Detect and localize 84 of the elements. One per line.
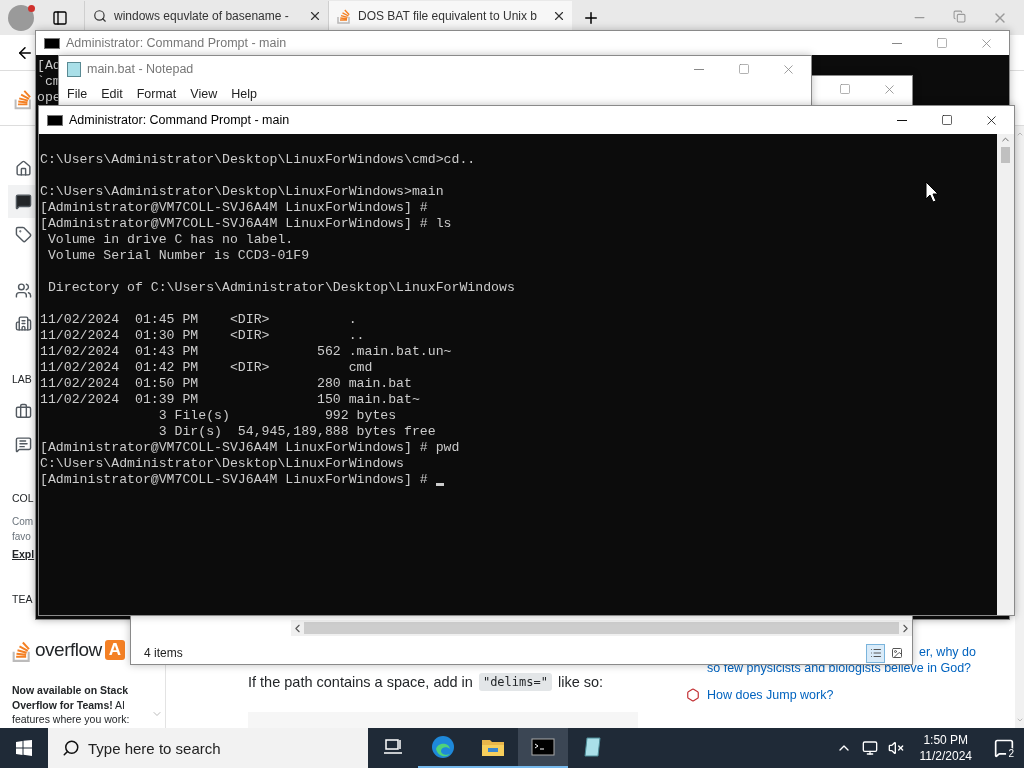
profile-avatar[interactable] [8, 4, 34, 31]
task-view-icon [383, 738, 403, 756]
maximize-icon [838, 83, 851, 95]
mouse-pointer-icon [925, 181, 939, 203]
users-icon [14, 282, 32, 299]
notepad-icon [67, 61, 81, 77]
console-line: Directory of C:\Users\Administrator\Desktop\LinuxForWindows [46, 280, 515, 296]
hexagon-icon [686, 688, 700, 702]
network-icon[interactable] [861, 740, 878, 756]
console-line: 11/02/2024 01:30 PM <DIR> .. [40, 328, 365, 344]
explore-link[interactable]: Expl [12, 548, 35, 560]
console-line: [Administrator@VM7COLL-SVJ6A4M LinuxForWindows] # [40, 472, 428, 488]
search-icon [62, 739, 80, 757]
briefcase-icon [14, 403, 32, 420]
console-line: Volume in drive C has no label. [46, 232, 294, 248]
console-line: 11/02/2024 01:50 PM 280 main.bat [40, 376, 412, 392]
minimize-icon [693, 68, 704, 70]
notepad-icon [582, 736, 604, 758]
speech-bubble-icon [14, 193, 32, 210]
article-text: If the path contains a space, add in [248, 674, 473, 690]
menu-item[interactable]: Help [231, 87, 257, 101]
sidebar-text: Com [12, 515, 34, 529]
console-line: C:\Users\Administrator\Desktop\LinuxForWindows [40, 456, 405, 472]
section-heading: COL [12, 492, 34, 506]
section-heading: LAB [12, 373, 32, 387]
details-view-button[interactable] [866, 643, 885, 663]
notifications-button[interactable]: 2 [990, 734, 1018, 762]
folder-icon [481, 737, 505, 757]
console-line: C:\Users\Administrator\Desktop\LinuxForWindows>main [40, 184, 444, 200]
clock[interactable]: 1:50 PM 11/2/2024 [919, 732, 972, 764]
inline-code: "delims=" [478, 673, 552, 691]
status-text: 4 items [144, 646, 183, 660]
question-link[interactable]: How does Jump work? [707, 687, 834, 703]
maximize-icon [940, 114, 953, 126]
console-line: 11/02/2024 01:42 PM <DIR> cmd [40, 360, 373, 376]
console-line: 11/02/2024 01:39 PM 150 main.bat~ [40, 392, 420, 408]
menu-item[interactable]: Format [136, 87, 177, 101]
console-line: C:\Users\Administrator\Desktop\LinuxForWindows\cmd>cd.. [40, 152, 476, 168]
console-line: Volume Serial Number is CCD3-01F9 [46, 248, 310, 264]
list-icon [869, 647, 882, 659]
tab-actions-icon[interactable] [52, 9, 68, 26]
console-line: [Administrator@VM7COLL-SVJ6A4M LinuxForWindows] # [40, 200, 428, 216]
minimize-icon [891, 42, 902, 44]
browser-logo-icon [431, 735, 455, 759]
menu-item[interactable]: Edit [101, 87, 123, 101]
browser-tab[interactable]: DOS BAT file equivalent to Unix b [328, 1, 572, 30]
scrollbar[interactable] [997, 134, 1014, 615]
stack-logo-icon [337, 7, 351, 24]
windows-logo-icon [16, 740, 32, 756]
console-line: 11/02/2024 01:45 PM <DIR> . [40, 312, 357, 328]
article-text: like so: [557, 674, 604, 690]
console-icon [531, 738, 555, 756]
console-line: 3 Dir(s) 54,945,189,888 bytes free [157, 424, 436, 440]
nav-item[interactable] [8, 185, 38, 218]
horizontal-scrollbar[interactable] [291, 620, 912, 636]
console-line: 11/02/2024 01:43 PM 562 .main.bat.un~ [40, 344, 452, 360]
console-icon [47, 114, 63, 126]
scrollbar-thumb[interactable] [1001, 147, 1010, 163]
volume-muted-icon[interactable] [887, 740, 904, 756]
tag-icon [14, 226, 32, 243]
maximize-icon [737, 63, 750, 75]
brand-name: overflow [35, 639, 102, 661]
search-field[interactable]: Type here to search [48, 728, 368, 768]
message-icon [14, 436, 32, 453]
search-icon [93, 8, 107, 23]
console-line: 3 File(s) 992 bytes [157, 408, 397, 424]
menu-item[interactable]: File [67, 87, 88, 101]
window-title: Administrator: Command Prompt - main [69, 113, 290, 127]
taskbar-app[interactable] [518, 728, 568, 768]
window-title: Administrator: Command Prompt - main [66, 36, 287, 50]
home-icon [14, 160, 32, 177]
brand-badge: A [104, 640, 126, 660]
console-line: [Administrator@VM7COLL-SVJ6A4M LinuxForWindows] # pwd [40, 440, 460, 456]
console-line: [Administrator@VM7COLL-SVJ6A4M LinuxForWindows] # ls [40, 216, 452, 232]
promo-text: Now available on Stack Overflow for Teams! AI features where you work: [12, 683, 131, 727]
window-title: main.bat - Notepad [87, 62, 194, 76]
building-icon [14, 315, 32, 332]
menu-item[interactable]: View [190, 87, 218, 101]
section-heading: TEA [12, 593, 33, 607]
image-icon [890, 647, 903, 659]
maximize-icon [935, 37, 948, 49]
console-icon [44, 37, 60, 49]
minimize-icon [896, 119, 907, 121]
sidebar-text: favo [12, 530, 32, 544]
